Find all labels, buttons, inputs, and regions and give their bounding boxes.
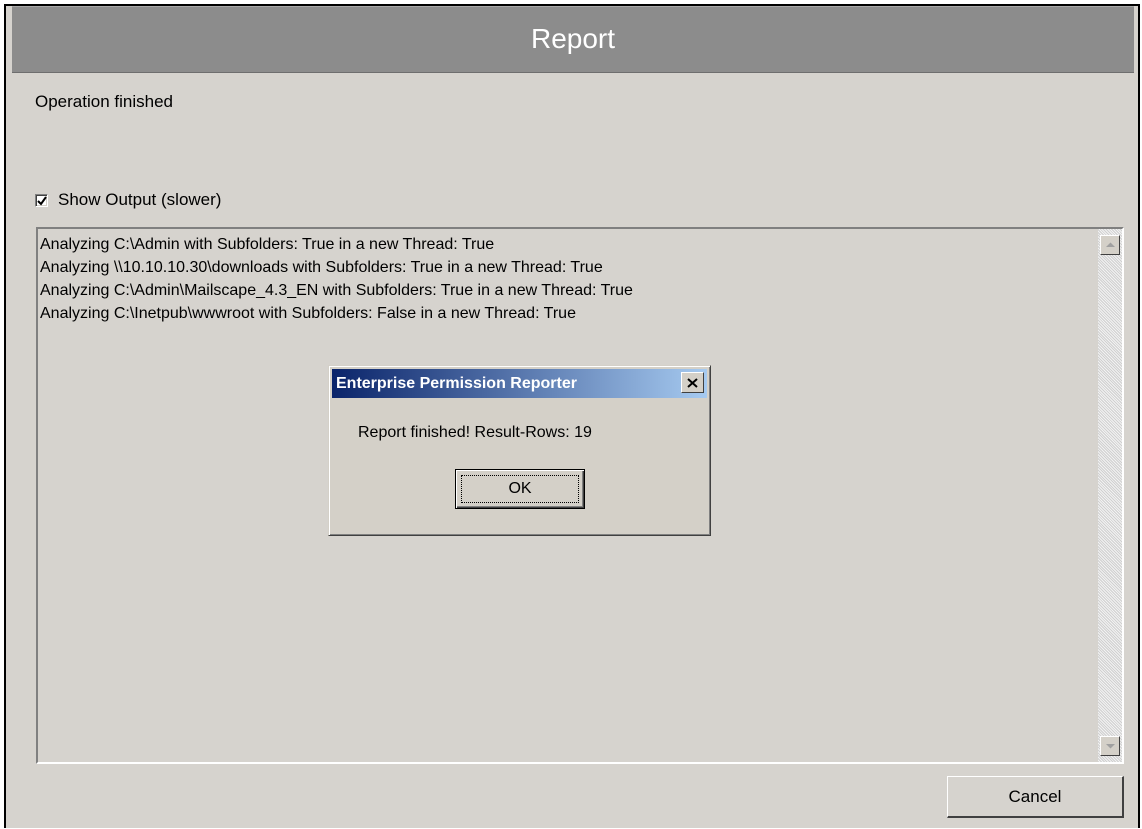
checkmark-icon (37, 195, 47, 206)
scroll-down-button[interactable] (1100, 736, 1120, 756)
ok-button[interactable]: OK (455, 469, 585, 509)
show-output-label: Show Output (slower) (58, 190, 222, 209)
report-finished-dialog: Enterprise Permission Reporter Report fi… (328, 365, 711, 536)
window-title: Report (12, 6, 1134, 73)
log-line: Analyzing C:\Admin with Subfolders: True… (40, 236, 495, 253)
log-line: Analyzing \\10.10.10.30\downloads with S… (40, 259, 603, 276)
show-output-checkbox[interactable] (35, 193, 48, 207)
scroll-up-button[interactable] (1100, 235, 1120, 255)
ok-button-label: OK (508, 480, 532, 497)
log-line: Analyzing C:\Inetpub\wwwroot with Subfol… (40, 305, 576, 322)
show-output-option[interactable]: Show Output (slower) (35, 190, 221, 210)
scroll-up-arrow-icon (1105, 242, 1115, 247)
log-line: Analyzing C:\Admin\Mailscape_4.3_EN with… (40, 282, 633, 299)
dialog-close-button[interactable] (681, 372, 704, 393)
close-icon (687, 377, 698, 388)
cancel-button[interactable]: Cancel (947, 776, 1124, 818)
dialog-message: Report finished! Result-Rows: 19 (358, 424, 592, 441)
status-text: Operation finished (35, 92, 173, 111)
vertical-scrollbar[interactable] (1098, 229, 1122, 762)
dialog-titlebar: Enterprise Permission Reporter (332, 369, 707, 398)
dialog-title: Enterprise Permission Reporter (336, 374, 577, 392)
scroll-down-arrow-icon (1105, 744, 1115, 749)
